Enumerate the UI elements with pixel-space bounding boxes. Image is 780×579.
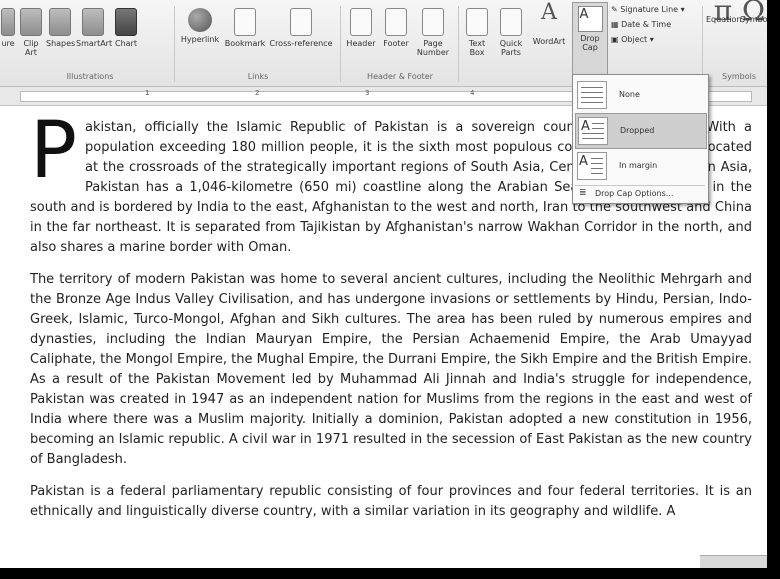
illustrations-group-label: Illustrations bbox=[66, 72, 114, 81]
chart-button[interactable]: Chart bbox=[112, 6, 140, 72]
drop-cap-options-icon: ≣ bbox=[579, 188, 587, 198]
separator bbox=[174, 6, 175, 82]
wordart-button[interactable]: A WordArt bbox=[530, 0, 568, 72]
drop-cap-button[interactable]: A Drop Cap bbox=[572, 2, 608, 76]
view-buttons[interactable] bbox=[700, 555, 767, 568]
paragraph: The territory of modern Pakistan was hom… bbox=[30, 272, 752, 467]
clip-art-icon bbox=[20, 8, 42, 36]
separator bbox=[458, 6, 459, 82]
pi-icon: π bbox=[713, 0, 733, 27]
header-button[interactable]: Header bbox=[344, 6, 378, 72]
wordart-icon: A bbox=[541, 0, 557, 25]
menu-item-none[interactable]: None bbox=[575, 78, 705, 112]
quick-parts-icon bbox=[500, 8, 522, 36]
links-group-label: Links bbox=[247, 72, 269, 81]
menu-divider bbox=[575, 185, 705, 186]
quick-parts-button[interactable]: Quick Parts bbox=[494, 6, 528, 72]
shapes-button[interactable]: Shapes bbox=[46, 6, 75, 72]
date-time-button[interactable]: ▦ Date & Time bbox=[611, 19, 671, 31]
drop-cap-none-icon bbox=[577, 81, 607, 109]
drop-cap-letter: P bbox=[30, 106, 78, 196]
text-box-button[interactable]: Text Box bbox=[462, 6, 492, 72]
drop-cap-menu: None A Dropped A In margin ≣ Drop Cap Op… bbox=[572, 74, 709, 204]
footer-button[interactable]: Footer bbox=[380, 6, 412, 72]
cross-reference-button[interactable]: Cross-reference bbox=[268, 6, 334, 72]
page-number-button[interactable]: Page Number bbox=[414, 6, 452, 72]
cross-reference-icon bbox=[290, 8, 312, 36]
hyperlink-button[interactable]: Hyperlink bbox=[178, 6, 222, 72]
paragraph: Pakistan is a federal parliamentary repu… bbox=[30, 484, 752, 519]
footer-icon bbox=[385, 8, 407, 36]
drop-cap-icon: A bbox=[577, 6, 603, 32]
symbol-button[interactable]: Ω Symbol bbox=[740, 0, 767, 72]
drop-cap-in-margin-icon: A bbox=[577, 152, 607, 180]
header-icon bbox=[350, 8, 372, 36]
menu-item-in-margin[interactable]: A In margin bbox=[575, 149, 705, 183]
hyperlink-icon bbox=[188, 8, 212, 32]
clip-art-button[interactable]: Clip Art bbox=[18, 6, 44, 72]
separator bbox=[702, 6, 703, 82]
page-number-icon bbox=[422, 8, 444, 36]
signature-line-button[interactable]: ✎ Signature Line ▾ bbox=[611, 4, 685, 16]
bookmark-button[interactable]: Bookmark bbox=[222, 6, 268, 72]
text-box-icon bbox=[466, 8, 488, 36]
object-button[interactable]: ▣ Object ▾ bbox=[611, 34, 654, 46]
smartart-icon bbox=[82, 8, 104, 36]
word-window: ure Clip Art Shapes SmartArt Chart Illus… bbox=[0, 0, 767, 568]
menu-item-dropped[interactable]: A Dropped bbox=[575, 113, 707, 149]
chart-icon bbox=[115, 8, 137, 36]
symbols-group-label: Symbols bbox=[722, 72, 756, 81]
bookmark-icon bbox=[234, 8, 256, 36]
picture-button[interactable]: ure bbox=[0, 6, 16, 72]
drop-cap-dropped-icon: A bbox=[578, 117, 608, 145]
smartart-button[interactable]: SmartArt bbox=[76, 6, 112, 72]
equation-button[interactable]: π Equation bbox=[706, 0, 741, 72]
shapes-icon bbox=[49, 8, 71, 36]
header-footer-group-label: Header & Footer bbox=[367, 72, 433, 81]
omega-icon: Ω bbox=[741, 0, 766, 27]
drop-cap-options-item[interactable]: ≣ Drop Cap Options... bbox=[575, 188, 705, 201]
separator bbox=[340, 6, 341, 82]
